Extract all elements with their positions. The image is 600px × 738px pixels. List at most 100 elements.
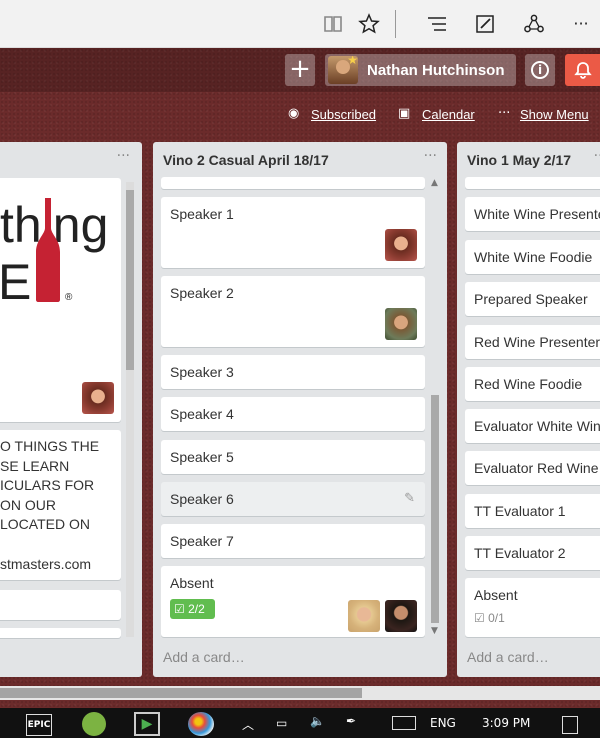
action-center-icon[interactable]: [562, 716, 578, 734]
wine-bottle-icon: [36, 198, 60, 302]
paint-app-icon[interactable]: [188, 712, 214, 736]
checklist-count: 2/2: [188, 602, 205, 616]
edit-pencil-icon[interactable]: ✎: [404, 491, 415, 506]
chevron-up-icon[interactable]: ︿: [242, 716, 254, 738]
card-red-wine-presenter[interactable]: Red Wine Presenter: [465, 325, 600, 359]
card-description[interactable]: O THINGS THE SE LEARN ICULARS FOR ON OUR…: [0, 430, 121, 580]
member-menu-button[interactable]: ★ Nathan Hutchinson: [325, 54, 516, 86]
card-evaluator-white-wine[interactable]: Evaluator White Wine: [465, 409, 600, 443]
avatar: [385, 308, 417, 340]
scrollbar-thumb[interactable]: [431, 395, 439, 623]
scrollbar[interactable]: ▲ ▼: [429, 178, 441, 638]
card-speaker-7[interactable]: Speaker 7: [161, 524, 425, 558]
checkbox-icon: ☑: [174, 602, 185, 616]
description-line: LOCATED ON: [0, 516, 90, 532]
list-vino-1: Vino 1 May 2/17 ··· White Wine Presenter…: [457, 142, 600, 677]
card-blank[interactable]: [0, 590, 121, 620]
browser-toolbar: ···: [0, 0, 600, 48]
card-tt-evaluator-1[interactable]: TT Evaluator 1: [465, 494, 600, 528]
card-title: Speaker 5: [170, 449, 234, 465]
board-horizontal-scrollbar[interactable]: [0, 686, 600, 700]
description-line: ON OUR: [0, 497, 56, 513]
add-button[interactable]: +: [285, 54, 315, 86]
scrollbar-thumb[interactable]: [0, 688, 362, 698]
description-line: ICULARS FOR: [0, 477, 95, 493]
clock[interactable]: 3:09 PM: [482, 716, 530, 738]
checklist-count: 0/1: [488, 611, 505, 625]
list-title: Vino 1 May 2/17: [467, 152, 572, 168]
notifications-button[interactable]: [565, 54, 600, 86]
card-title: Speaker 3: [170, 364, 234, 380]
card-speaker-2[interactable]: Speaker 2: [161, 276, 425, 347]
card-speaker-6[interactable]: Speaker 6 ✎: [161, 482, 425, 516]
registered-mark: ®: [65, 292, 73, 303]
volume-icon[interactable]: 🔈: [310, 714, 325, 736]
show-menu-link[interactable]: Show Menu: [520, 107, 589, 122]
card-speaker-4[interactable]: Speaker 4: [161, 397, 425, 431]
card-evaluator-red-wine[interactable]: Evaluator Red Wine: [465, 451, 600, 485]
card-partial[interactable]: [161, 177, 425, 189]
card-red-wine-foodie[interactable]: Red Wine Foodie: [465, 367, 600, 401]
calendar-link[interactable]: Calendar: [422, 107, 475, 122]
list-menu-icon[interactable]: ···: [594, 148, 600, 164]
list-menu-icon[interactable]: ···: [424, 148, 437, 164]
web-note-icon[interactable]: [472, 11, 498, 37]
card-title: Speaker 2: [170, 285, 234, 301]
scrollbar[interactable]: [126, 182, 134, 637]
card-speaker-5[interactable]: Speaker 5: [161, 440, 425, 474]
card-blank[interactable]: [0, 628, 121, 638]
description-line: O THINGS THE: [0, 438, 100, 454]
card-logo[interactable]: thing E ®: [0, 178, 121, 422]
calendar-icon: ▣: [398, 106, 411, 121]
list-left: ··· thing E ® O THINGS THE SE LEARN ICUL…: [0, 142, 142, 677]
avatar: ★: [328, 56, 358, 84]
card-partial[interactable]: [465, 177, 600, 189]
keyboard-icon[interactable]: [392, 716, 416, 730]
card-white-wine-foodie[interactable]: White Wine Foodie: [465, 240, 600, 274]
scrollbar-thumb[interactable]: [126, 190, 134, 370]
logo-e: E: [0, 254, 32, 310]
taskbar: EPIC ▶ ︿ ▭ 🔈 ✒ ENG 3:09 PM: [0, 708, 600, 738]
toolbar-separator: [395, 10, 396, 38]
description-line: SE LEARN: [0, 458, 70, 474]
checkbox-icon: ☑: [474, 611, 485, 625]
pen-icon[interactable]: ✒: [346, 714, 356, 736]
more-icon[interactable]: ···: [568, 11, 594, 37]
card-white-wine-presenter[interactable]: White Wine Presenter: [465, 197, 600, 231]
list-title: Vino 2 Casual April 18/17: [163, 152, 329, 168]
reading-view-icon[interactable]: [320, 11, 346, 37]
add-card-link[interactable]: Add a card…: [467, 649, 549, 665]
info-button[interactable]: i: [525, 54, 555, 86]
eye-icon: ◉: [288, 106, 300, 121]
card-absent[interactable]: Absent ☑ 2/2: [161, 566, 425, 637]
scroll-down-icon[interactable]: ▼: [431, 626, 438, 636]
add-card-link[interactable]: Add a card…: [163, 649, 245, 665]
list-menu-icon[interactable]: ···: [117, 148, 130, 164]
card-title: TT Evaluator 2: [474, 545, 566, 561]
card-tt-evaluator-2[interactable]: TT Evaluator 2: [465, 536, 600, 570]
card-title: White Wine Presenter: [474, 206, 600, 222]
subscribed-link[interactable]: Subscribed: [311, 107, 376, 122]
dots-icon: ···: [498, 106, 511, 121]
android-app-icon[interactable]: [82, 712, 106, 736]
card-speaker-1[interactable]: Speaker 1: [161, 197, 425, 268]
favorite-star-icon[interactable]: [356, 11, 382, 37]
epic-games-icon[interactable]: EPIC: [26, 714, 52, 736]
hub-icon[interactable]: [424, 11, 450, 37]
share-icon[interactable]: [521, 11, 547, 37]
language-indicator[interactable]: ENG: [430, 716, 456, 738]
card-title: Speaker 7: [170, 533, 234, 549]
card-speaker-3[interactable]: Speaker 3: [161, 355, 425, 389]
user-name: Nathan Hutchinson: [367, 62, 505, 79]
info-icon: i: [531, 61, 549, 79]
terminal-app-icon[interactable]: ▶: [134, 712, 160, 736]
card-prepared-speaker[interactable]: Prepared Speaker: [465, 282, 600, 316]
scroll-up-icon[interactable]: ▲: [431, 178, 438, 188]
card-absent[interactable]: Absent ☑ 0/1: [465, 578, 600, 637]
card-title: Red Wine Presenter: [474, 334, 600, 350]
star-icon: ★: [347, 56, 358, 67]
battery-icon[interactable]: ▭: [276, 716, 287, 738]
avatar: [385, 229, 417, 261]
card-title: Evaluator White Wine: [474, 418, 600, 434]
card-title: Speaker 6: [170, 491, 234, 507]
